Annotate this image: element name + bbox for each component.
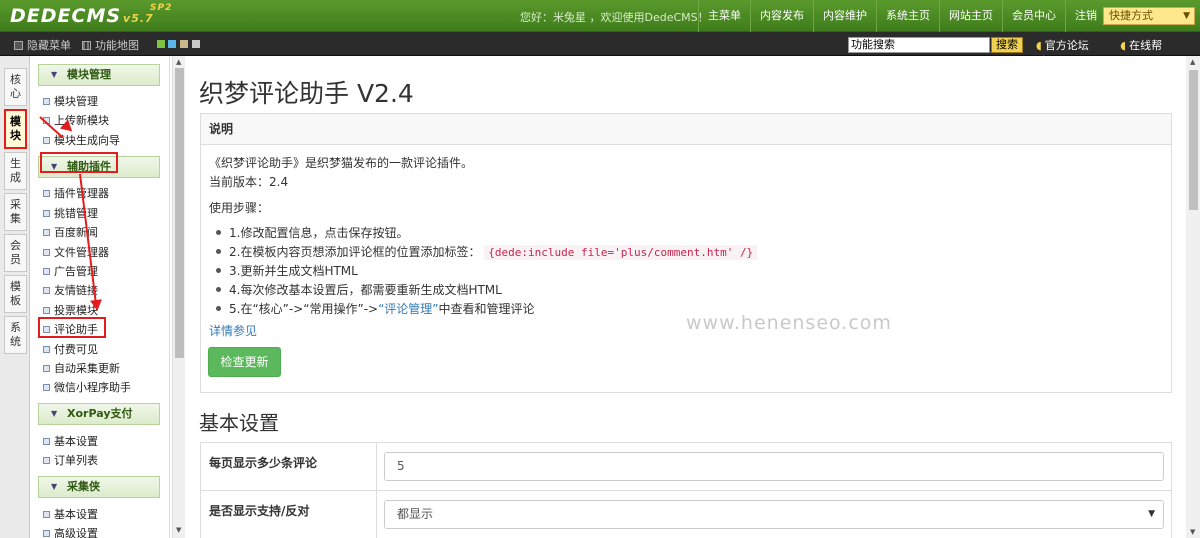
chevron-down-icon: ▼ — [51, 409, 58, 418]
skin-green-swatch[interactable] — [157, 40, 165, 48]
nav-member-center[interactable]: 会员中心 — [1002, 0, 1065, 32]
menu-item[interactable]: 订单列表 — [43, 452, 98, 468]
tab-module[interactable]: 模 块 — [4, 109, 27, 149]
menu-group-xorpay[interactable]: ▼ XorPay支付 — [38, 403, 160, 425]
main-content: 织梦评论助手 V2.4 说明 《织梦评论助手》是织梦猫发布的一款评论插件。 当前… — [186, 56, 1186, 538]
hide-menu-button[interactable]: 隐藏菜单 — [14, 37, 71, 53]
chevron-down-icon: ▼ — [51, 482, 58, 491]
tab-collect[interactable]: 采 集 — [4, 193, 27, 231]
main-scrollbar[interactable]: ▲ ▼ — [1186, 56, 1200, 538]
intro-text: 《织梦评论助手》是织梦猫发布的一款评论插件。 — [209, 156, 474, 170]
annotation-arrowhead — [90, 299, 104, 312]
tab-core[interactable]: 核 心 — [4, 68, 27, 106]
table-row: 每页显示多少条评论 5 — [201, 443, 1171, 491]
welcome-text: 您好：米兔星 ，欢迎使用DedeCMS！ — [520, 11, 709, 24]
nav-system-home[interactable]: 系统主页 — [876, 0, 939, 32]
comments-per-page-input[interactable]: 5 — [384, 452, 1164, 481]
watermark: www.henenseo.com — [686, 312, 892, 334]
function-search-input[interactable]: 功能搜索 — [848, 37, 990, 53]
detail-link[interactable]: 详情参见 — [209, 322, 257, 339]
skin-tan-swatch[interactable] — [180, 40, 188, 48]
menu-scroll-thumb[interactable] — [175, 68, 184, 358]
menu-item[interactable]: 文件管理器 — [43, 244, 109, 260]
menu-scrollbar[interactable]: ▲ ▼ — [172, 56, 185, 538]
menu-item[interactable]: 模块生成向导 — [43, 132, 120, 148]
nav-logout[interactable]: 注销 — [1065, 0, 1106, 32]
signal-icon: ◖ — [1036, 39, 1042, 52]
settings-table: 每页显示多少条评论 5 是否显示支持/反对 都显示 ▼ — [200, 442, 1172, 538]
tab-system[interactable]: 系 统 — [4, 316, 27, 354]
menu-group-module-manage[interactable]: ▼ 模块管理 — [38, 64, 160, 86]
steps-title: 使用步骤： — [209, 201, 270, 215]
skin-blue-swatch[interactable] — [168, 40, 176, 48]
menu-item[interactable]: 高级设置 — [43, 525, 98, 538]
hide-menu-icon — [14, 41, 23, 50]
menu-item[interactable]: 模块管理 — [43, 93, 98, 109]
tab-template[interactable]: 模 板 — [4, 275, 27, 313]
menu-item[interactable]: 自动采集更新 — [43, 360, 120, 376]
menu-group-collector[interactable]: ▼ 采集侠 — [38, 476, 160, 498]
menu-item[interactable]: 基本设置 — [43, 506, 98, 522]
version-text: 当前版本：2.4 — [209, 175, 289, 189]
nav-main-menu[interactable]: 主菜单 — [698, 0, 750, 32]
step-item: 2.在模板内容页想添加评论框的位置添加标签： {dede:include fil… — [215, 243, 758, 260]
scroll-down-icon[interactable]: ▼ — [1190, 528, 1195, 536]
check-update-button[interactable]: 检查更新 — [208, 347, 281, 377]
function-map-button[interactable]: 功能地图 — [82, 37, 139, 53]
menu-item[interactable]: 付费可见 — [43, 341, 98, 357]
step-item: 1.修改配置信息，点击保存按钮。 — [215, 226, 409, 240]
chevron-down-icon: ▼ — [51, 70, 58, 79]
show-vote-select[interactable]: 都显示 ▼ — [384, 500, 1164, 529]
dedecms-logo: DEDECMS v5.7 SP2 — [10, 3, 173, 27]
comment-manage-link[interactable]: “评论管理” — [378, 302, 438, 316]
scroll-up-icon[interactable]: ▲ — [1190, 58, 1195, 66]
top-nav: 主菜单 内容发布 内容维护 系统主页 网站主页 会员中心 注销 — [698, 0, 1106, 32]
setting-label: 每页显示多少条评论 — [209, 456, 318, 470]
search-button[interactable]: 搜索 — [991, 37, 1023, 53]
step-item: 4.每次修改基本设置后，都需要重新生成文档HTML — [216, 283, 502, 297]
nav-content-publish[interactable]: 内容发布 — [750, 0, 813, 32]
top-bar: DEDECMS v5.7 SP2 您好：米兔星 ，欢迎使用DedeCMS！ 主菜单 … — [0, 0, 1200, 32]
description-panel: 说明 《织梦评论助手》是织梦猫发布的一款评论插件。 当前版本：2.4 使用步骤：… — [200, 113, 1172, 393]
official-forum-link[interactable]: ◖ 官方论坛 — [1036, 39, 1103, 52]
page-title: 织梦评论助手 V2.4 — [199, 79, 414, 108]
table-row: 是否显示支持/反对 都显示 ▼ — [201, 491, 1171, 538]
signal-icon: ◖ — [1120, 39, 1127, 52]
tab-generate[interactable]: 生 成 — [4, 152, 27, 190]
nav-content-maintain[interactable]: 内容维护 — [813, 0, 876, 32]
setting-label: 是否显示支持/反对 — [209, 504, 310, 518]
quick-access-dropdown[interactable]: 快捷方式 ▼ — [1103, 7, 1195, 25]
chevron-down-icon: ▼ — [1148, 509, 1155, 519]
skin-gray-swatch[interactable] — [192, 40, 200, 48]
scroll-up-icon[interactable]: ▲ — [176, 58, 181, 66]
menu-item[interactable]: 基本设置 — [43, 433, 98, 449]
annotation-box-comment-helper — [38, 317, 106, 338]
settings-title: 基本设置 — [199, 411, 279, 435]
vertical-tab-bar: 核 心 模 块 生 成 采 集 会 员 模 板 系 统 — [0, 56, 30, 538]
grid-map-icon — [82, 41, 91, 50]
menu-item[interactable]: 挑错管理 — [43, 205, 98, 221]
nav-site-home[interactable]: 网站主页 — [939, 0, 1002, 32]
step-item: 5.在“核心”->“常用操作”->“评论管理”中查看和管理评论 — [216, 302, 535, 316]
annotation-box-plugins — [40, 152, 118, 173]
main-scroll-thumb[interactable] — [1189, 70, 1198, 210]
tab-member[interactable]: 会 员 — [4, 234, 27, 272]
menu-item[interactable]: 微信小程序助手 — [43, 379, 131, 395]
step-item: 3.更新并生成文档HTML — [216, 264, 358, 278]
include-tag-code: {dede:include file='plus/comment.htm' /} — [484, 245, 758, 260]
chevron-down-icon: ▼ — [1183, 11, 1190, 21]
panel-header: 说明 — [201, 114, 1171, 145]
scroll-down-icon[interactable]: ▼ — [176, 526, 181, 534]
sub-toolbar: 隐藏菜单 功能地图 功能搜索 搜索 ◖官方论坛 ◖在线帮助 — [0, 32, 1200, 68]
menu-item[interactable]: 友情链接 — [43, 282, 98, 298]
menu-item[interactable]: 百度新闻 — [43, 224, 98, 240]
